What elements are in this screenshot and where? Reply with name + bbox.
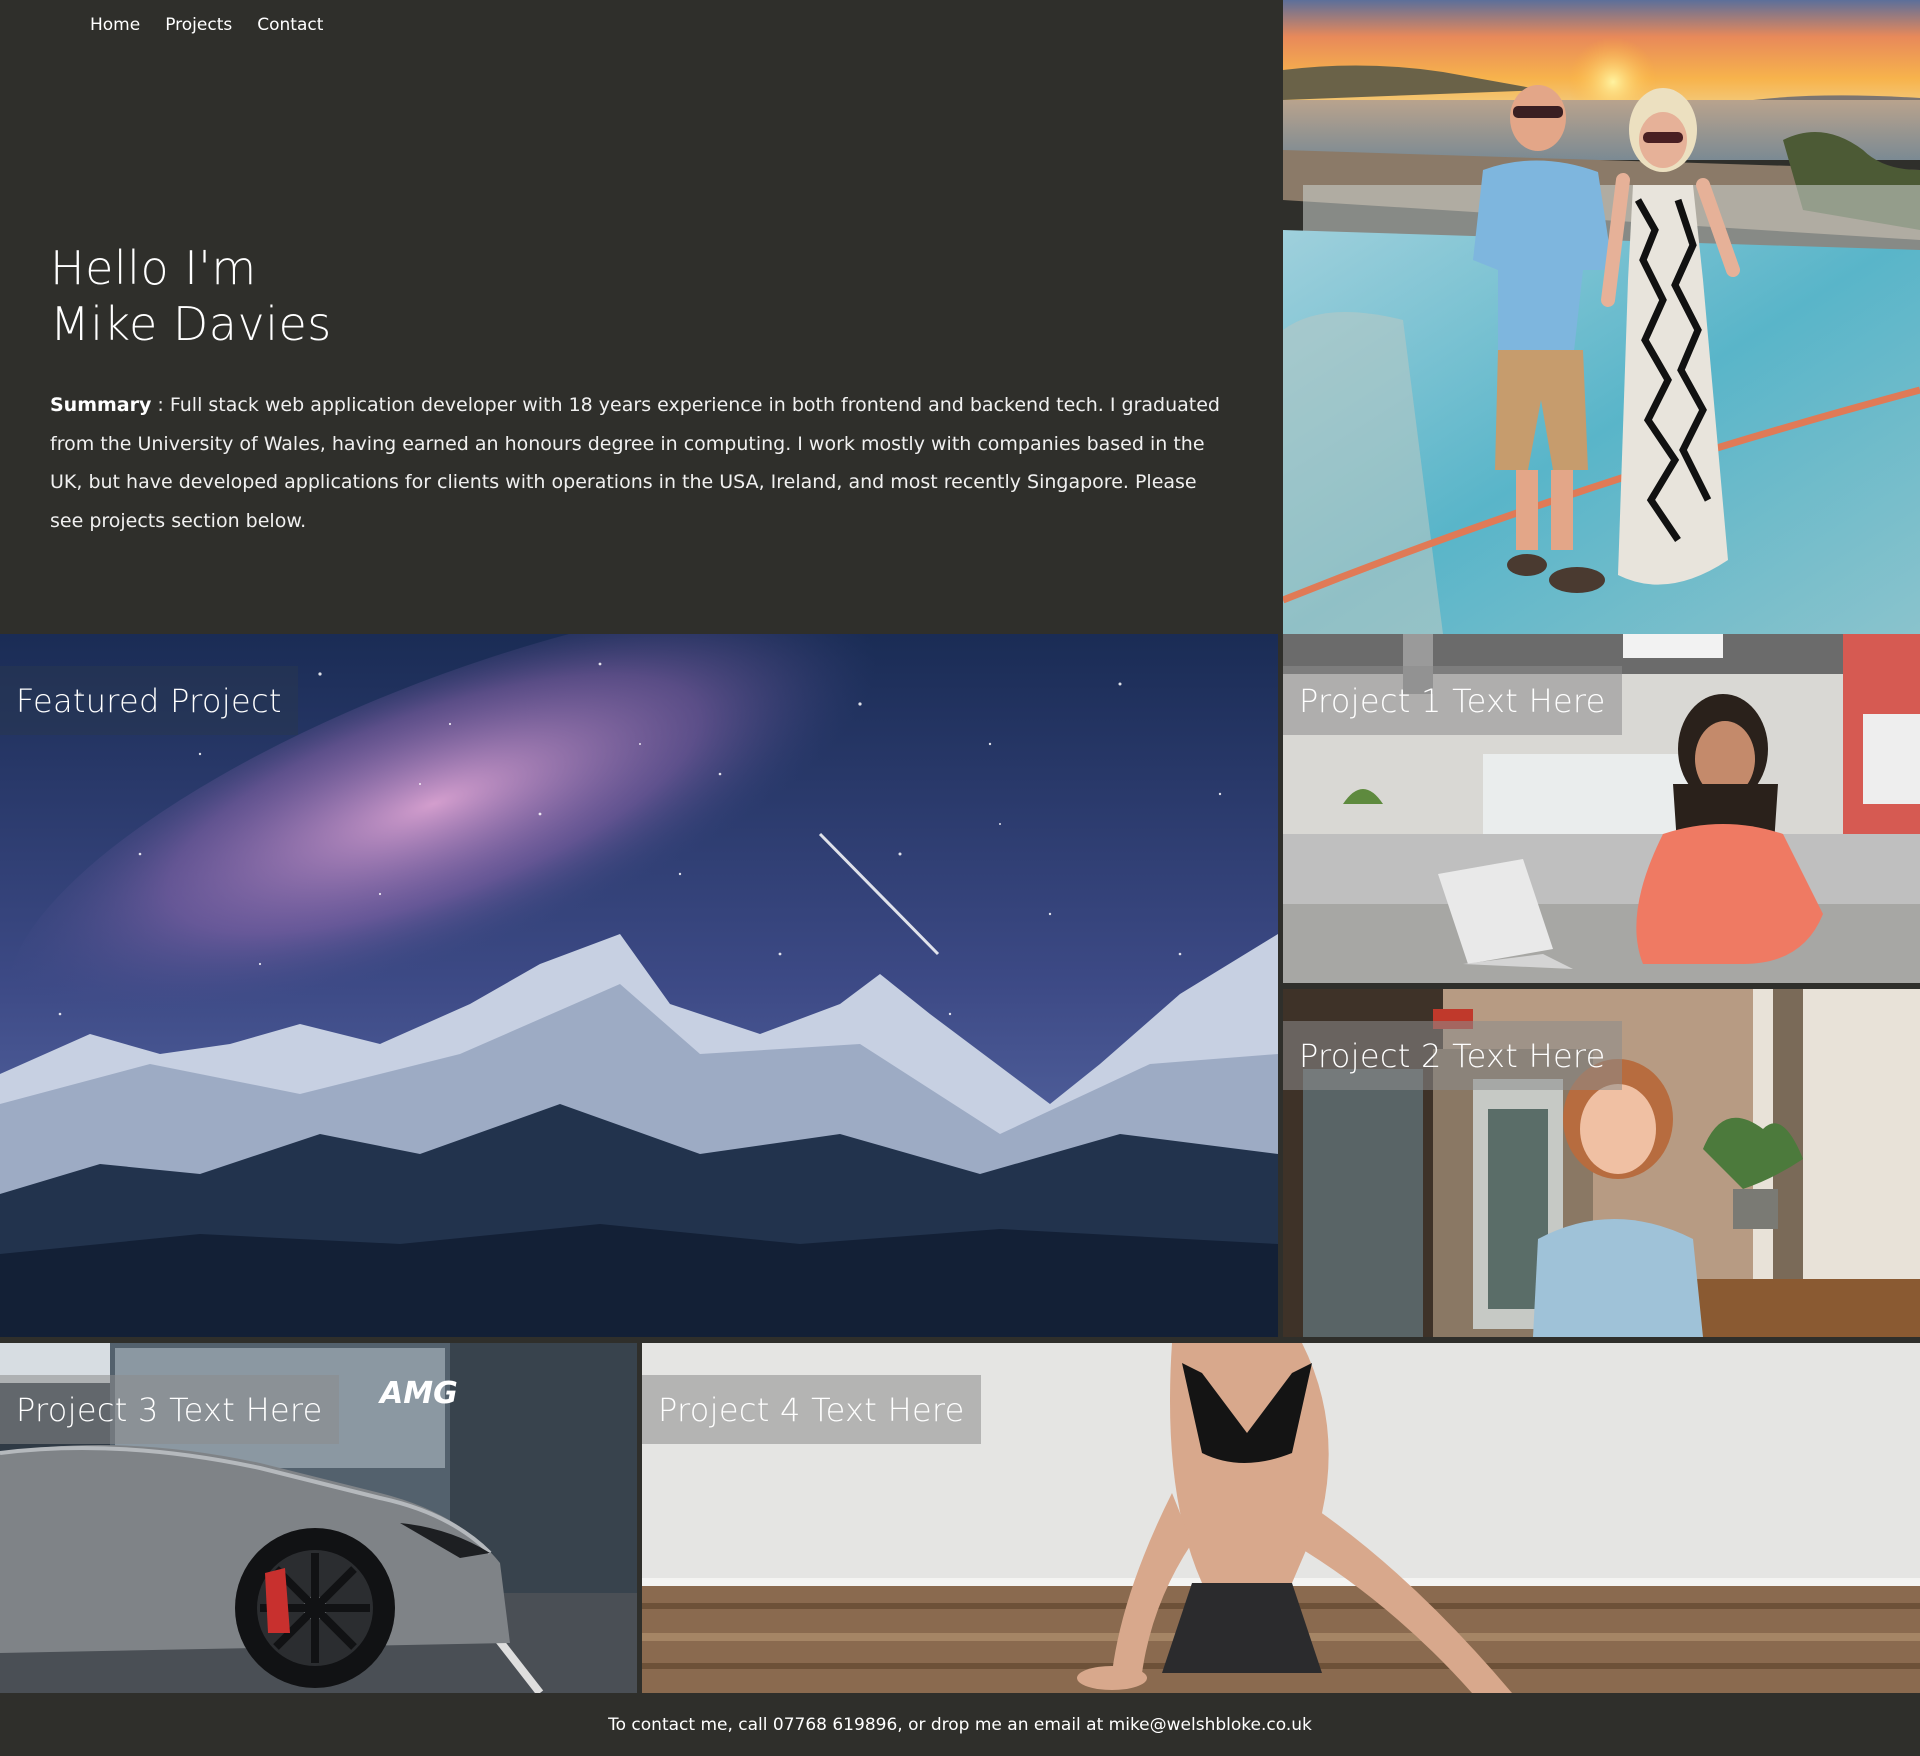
summary-text: : Full stack web application developer w… — [50, 394, 1220, 532]
car-brand-logo: AMG — [378, 1376, 458, 1411]
intro-panel: Home Projects Contact Hello I'm Mike Dav… — [0, 0, 1283, 634]
project-4-label: Project 4 Text Here — [642, 1375, 981, 1444]
hero-heading-line2: Mike Davies — [50, 297, 332, 351]
project-1-tile[interactable]: Project 1 Text Here — [1283, 634, 1920, 983]
project-1-label: Project 1 Text Here — [1283, 666, 1622, 735]
contact-text: To contact me, call 07768 619896, or dro… — [608, 1714, 1312, 1735]
featured-project-label: Featured Project — [0, 666, 298, 735]
featured-project-tile[interactable]: Featured Project — [0, 634, 1278, 1337]
hero-heading: Hello I'm Mike Davies — [50, 240, 332, 352]
nav-home[interactable]: Home — [90, 13, 140, 37]
profile-photo — [1283, 0, 1920, 634]
hero-section: Home Projects Contact Hello I'm Mike Dav… — [0, 0, 1920, 634]
nav-contact[interactable]: Contact — [257, 13, 323, 37]
featured-project-image — [0, 634, 1278, 1337]
summary-label: Summary — [50, 394, 152, 416]
main-nav: Home Projects Contact — [90, 13, 323, 37]
nav-projects[interactable]: Projects — [165, 13, 232, 37]
summary-paragraph: Summary : Full stack web application dev… — [50, 386, 1230, 540]
project-4-tile[interactable]: Project 4 Text Here — [642, 1343, 1920, 1693]
project-2-tile[interactable]: Project 2 Text Here — [1283, 989, 1920, 1337]
hero-heading-line1: Hello I'm — [50, 241, 257, 295]
project-2-label: Project 2 Text Here — [1283, 1021, 1622, 1090]
project-3-label: Project 3 Text Here — [0, 1375, 339, 1444]
contact-footer: To contact me, call 07768 619896, or dro… — [0, 1693, 1920, 1756]
project-3-tile[interactable]: AMG Project 3 Text Here — [0, 1343, 637, 1693]
